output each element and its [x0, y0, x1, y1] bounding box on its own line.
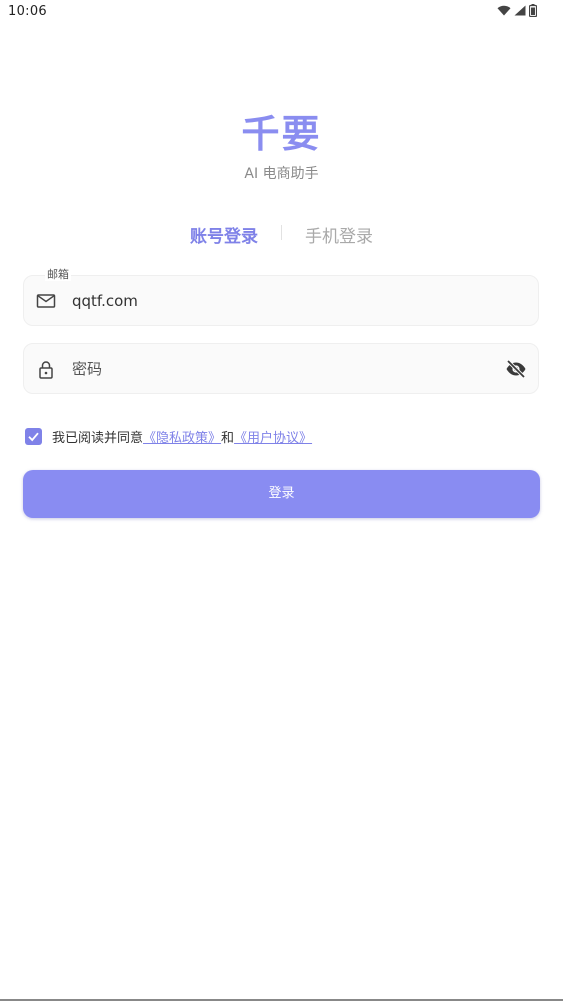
tab-divider: [281, 225, 282, 240]
lock-icon: [36, 359, 56, 379]
status-time: 10:06: [8, 4, 47, 19]
password-field[interactable]: [23, 343, 539, 394]
agreement-row: 我已阅读并同意《隐私政策》和《用户协议》: [25, 427, 312, 446]
signal-icon: [514, 5, 526, 16]
tab-account-login[interactable]: 账号登录: [190, 222, 258, 247]
agreement-conjunction: 和: [221, 430, 235, 446]
email-input[interactable]: [72, 292, 492, 310]
wifi-icon: [497, 5, 511, 16]
tab-phone-login[interactable]: 手机登录: [305, 222, 373, 247]
check-icon: [28, 432, 39, 441]
password-input[interactable]: [72, 360, 492, 378]
status-icons: [497, 4, 537, 17]
privacy-policy-link[interactable]: 《隐私政策》: [143, 431, 221, 446]
agree-checkbox[interactable]: [25, 427, 42, 445]
email-field-label: 邮箱: [45, 268, 71, 281]
agreement-prefix: 我已阅读并同意: [52, 430, 144, 446]
login-button[interactable]: 登录: [23, 470, 540, 518]
eye-off-icon[interactable]: [505, 358, 527, 380]
user-agreement-link[interactable]: 《用户协议》: [234, 431, 312, 446]
status-bar: 10:06: [0, 0, 563, 24]
app-title: 千要: [241, 112, 322, 156]
agreement-text: 我已阅读并同意《隐私政策》和《用户协议》: [52, 427, 312, 446]
email-field[interactable]: [23, 275, 539, 326]
app-subtitle: AI 电商助手: [244, 166, 319, 182]
mail-icon: [36, 291, 56, 311]
battery-icon: [529, 4, 537, 17]
login-tabs: 账号登录 手机登录: [0, 220, 563, 248]
